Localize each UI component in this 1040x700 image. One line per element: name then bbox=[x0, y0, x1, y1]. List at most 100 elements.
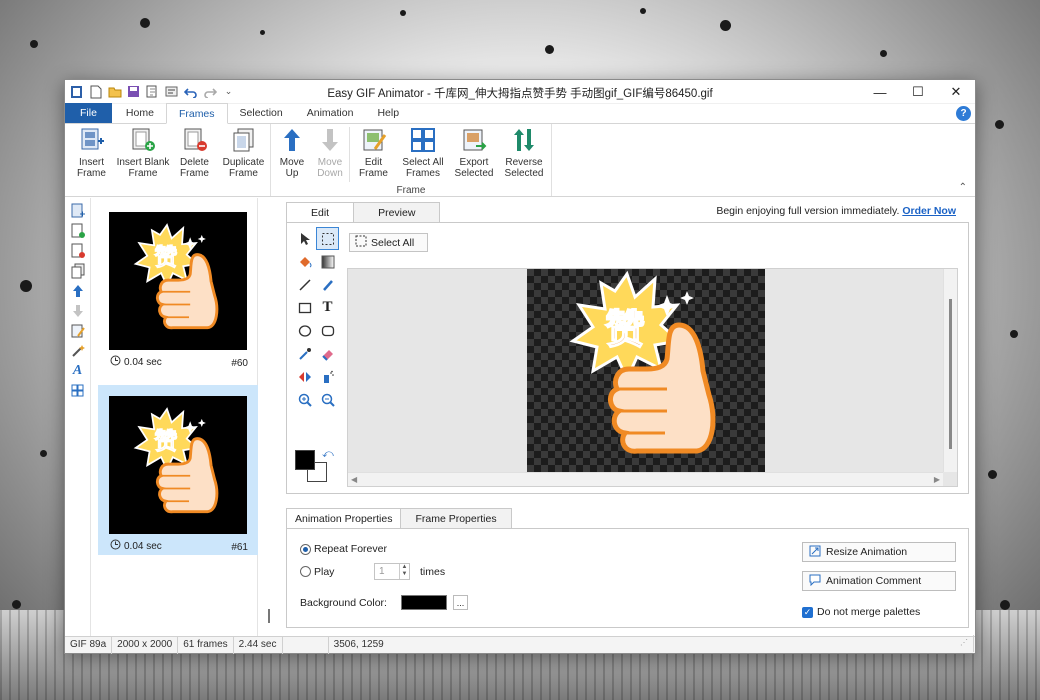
tab-help[interactable]: Help bbox=[365, 103, 411, 123]
title-bar: ⌄ Easy GIF Animator - 千库网_伸大拇指点赞手势 手动图gi… bbox=[65, 80, 975, 104]
tab-animation-properties[interactable]: Animation Properties bbox=[286, 508, 402, 529]
frame-delay-text: 0.04 sec bbox=[124, 356, 162, 368]
frame-delay: 0.04 sec bbox=[110, 355, 162, 369]
move-up-button[interactable]: Move Up bbox=[273, 127, 311, 182]
rect-select-icon[interactable] bbox=[316, 227, 339, 250]
tab-frame-properties[interactable]: Frame Properties bbox=[400, 508, 512, 528]
zoom-in-icon[interactable] bbox=[293, 388, 316, 411]
background-color-more-button[interactable]: ... bbox=[453, 595, 468, 610]
eyedropper-icon[interactable] bbox=[293, 342, 316, 365]
play-radio[interactable] bbox=[300, 566, 311, 577]
insert-frame-icon bbox=[79, 127, 105, 156]
close-button[interactable]: ✕ bbox=[937, 80, 975, 104]
resize-grip-icon[interactable]: ⋰ bbox=[955, 635, 974, 652]
tab-frames[interactable]: Frames bbox=[165, 103, 228, 124]
maximize-button[interactable]: ☐ bbox=[899, 80, 937, 104]
save-icon[interactable] bbox=[126, 84, 141, 99]
resize-animation-button[interactable]: Resize Animation bbox=[802, 542, 956, 562]
side-edit-frame-icon[interactable] bbox=[69, 322, 87, 339]
merge-palettes-checkbox[interactable]: ✓ Do not merge palettes bbox=[802, 606, 920, 618]
side-duplicate-frame-icon[interactable] bbox=[69, 262, 87, 279]
side-insert-frame-icon[interactable] bbox=[69, 202, 87, 219]
select-all-frames-button[interactable]: Select All Frames bbox=[397, 127, 449, 182]
tab-home[interactable]: Home bbox=[114, 103, 166, 123]
export-selected-icon bbox=[461, 127, 487, 156]
side-text-icon[interactable]: A bbox=[69, 362, 87, 379]
export-selected-button[interactable]: Export Selected bbox=[449, 127, 499, 182]
undo-icon[interactable] bbox=[183, 84, 198, 99]
times-label: times bbox=[420, 565, 446, 578]
frame-item-selected[interactable]: 赞 0.04 sec #61 bbox=[98, 385, 258, 555]
background-color-picker[interactable] bbox=[401, 595, 447, 610]
select-all-button[interactable]: Select All bbox=[349, 233, 428, 252]
pointer-icon[interactable] bbox=[293, 227, 316, 250]
tab-file[interactable]: File bbox=[65, 103, 112, 123]
stepper-arrows-icon[interactable]: ▲ ▼ bbox=[399, 564, 409, 579]
side-move-up-icon[interactable] bbox=[69, 282, 87, 299]
side-grid-icon[interactable] bbox=[69, 382, 87, 399]
scroll-left-icon[interactable]: ◀ bbox=[351, 475, 357, 484]
spray-icon[interactable] bbox=[316, 365, 339, 388]
tab-edit[interactable]: Edit bbox=[286, 202, 355, 223]
duplicate-frame-button[interactable]: Duplicate Frame bbox=[219, 127, 268, 182]
swap-colors-icon[interactable]: ⤺ bbox=[322, 448, 334, 461]
move-down-button[interactable]: Move Down bbox=[311, 127, 349, 182]
flip-icon[interactable] bbox=[293, 365, 316, 388]
repeat-forever-radio[interactable]: Repeat Forever bbox=[300, 543, 387, 555]
rounded-rect-icon[interactable] bbox=[316, 319, 339, 342]
tab-animation[interactable]: Animation bbox=[295, 103, 366, 123]
insert-frame-button[interactable]: Insert Frame bbox=[67, 127, 116, 182]
gradient-icon[interactable] bbox=[316, 250, 339, 273]
tab-selection[interactable]: Selection bbox=[228, 103, 295, 123]
text-tool-icon[interactable]: T bbox=[316, 296, 339, 319]
vertical-scrollbar[interactable] bbox=[943, 269, 957, 472]
delete-frame-button[interactable]: Delete Frame bbox=[170, 127, 219, 182]
move-up-label-2: Up bbox=[285, 168, 299, 179]
edit-frame-button[interactable]: Edit Frame bbox=[349, 127, 397, 182]
play-times-stepper[interactable]: 1 ▲ ▼ bbox=[374, 563, 410, 580]
move-down-label-2: Down bbox=[317, 168, 343, 179]
side-move-down-icon[interactable] bbox=[69, 302, 87, 319]
vertical-scroll-thumb[interactable] bbox=[949, 299, 952, 449]
side-delete-frame-icon[interactable] bbox=[69, 242, 87, 259]
side-magic-wand-icon[interactable] bbox=[69, 342, 87, 359]
minimize-button[interactable]: — bbox=[861, 80, 899, 104]
order-now-link[interactable]: Order Now bbox=[902, 205, 956, 217]
line-icon[interactable] bbox=[293, 273, 316, 296]
frame-item[interactable]: 赞 0.04 sec #60 bbox=[98, 201, 258, 371]
foreground-color-swatch[interactable] bbox=[295, 450, 315, 470]
collapse-ribbon-icon[interactable]: ⌃ bbox=[959, 182, 967, 193]
scroll-right-icon[interactable]: ▶ bbox=[934, 475, 940, 484]
panel-splitter[interactable] bbox=[268, 609, 270, 623]
settings-icon[interactable] bbox=[164, 84, 179, 99]
frame-thumbnail: 赞 bbox=[109, 212, 247, 350]
select-all-label: Select All bbox=[371, 236, 415, 249]
duplicate-frame-label-2: Frame bbox=[229, 168, 258, 179]
insert-blank-frame-button[interactable]: Insert Blank Frame bbox=[116, 127, 170, 182]
open-folder-icon[interactable] bbox=[107, 84, 122, 99]
thumbs-up-graphic: 赞 bbox=[569, 270, 716, 454]
zoom-out-icon[interactable] bbox=[316, 388, 339, 411]
fill-bucket-icon[interactable] bbox=[293, 250, 316, 273]
arrow-up-icon bbox=[281, 127, 303, 156]
edit-frame-icon bbox=[361, 127, 387, 156]
save-as-icon[interactable] bbox=[145, 84, 160, 99]
ellipse-icon[interactable] bbox=[293, 319, 316, 342]
redo-icon[interactable] bbox=[202, 84, 217, 99]
side-insert-blank-icon[interactable] bbox=[69, 222, 87, 239]
horizontal-scrollbar[interactable]: ◀ ▶ bbox=[348, 472, 943, 486]
brush-icon[interactable] bbox=[316, 273, 339, 296]
eraser-icon[interactable] bbox=[316, 342, 339, 365]
delete-frame-label-1: Delete bbox=[180, 157, 209, 168]
qat-dropdown-icon[interactable]: ⌄ bbox=[221, 84, 236, 99]
clock-icon bbox=[110, 355, 121, 369]
rectangle-icon[interactable] bbox=[293, 296, 316, 319]
move-up-label-1: Move bbox=[279, 157, 305, 168]
tab-preview[interactable]: Preview bbox=[353, 202, 441, 222]
reverse-selected-button[interactable]: Reverse Selected bbox=[499, 127, 549, 182]
animation-comment-button[interactable]: Animation Comment bbox=[802, 571, 956, 591]
new-file-icon[interactable] bbox=[88, 84, 103, 99]
help-icon[interactable]: ? bbox=[956, 106, 971, 121]
color-selector[interactable]: ⤺ bbox=[295, 448, 335, 490]
frame-canvas[interactable]: 赞 bbox=[527, 269, 765, 472]
